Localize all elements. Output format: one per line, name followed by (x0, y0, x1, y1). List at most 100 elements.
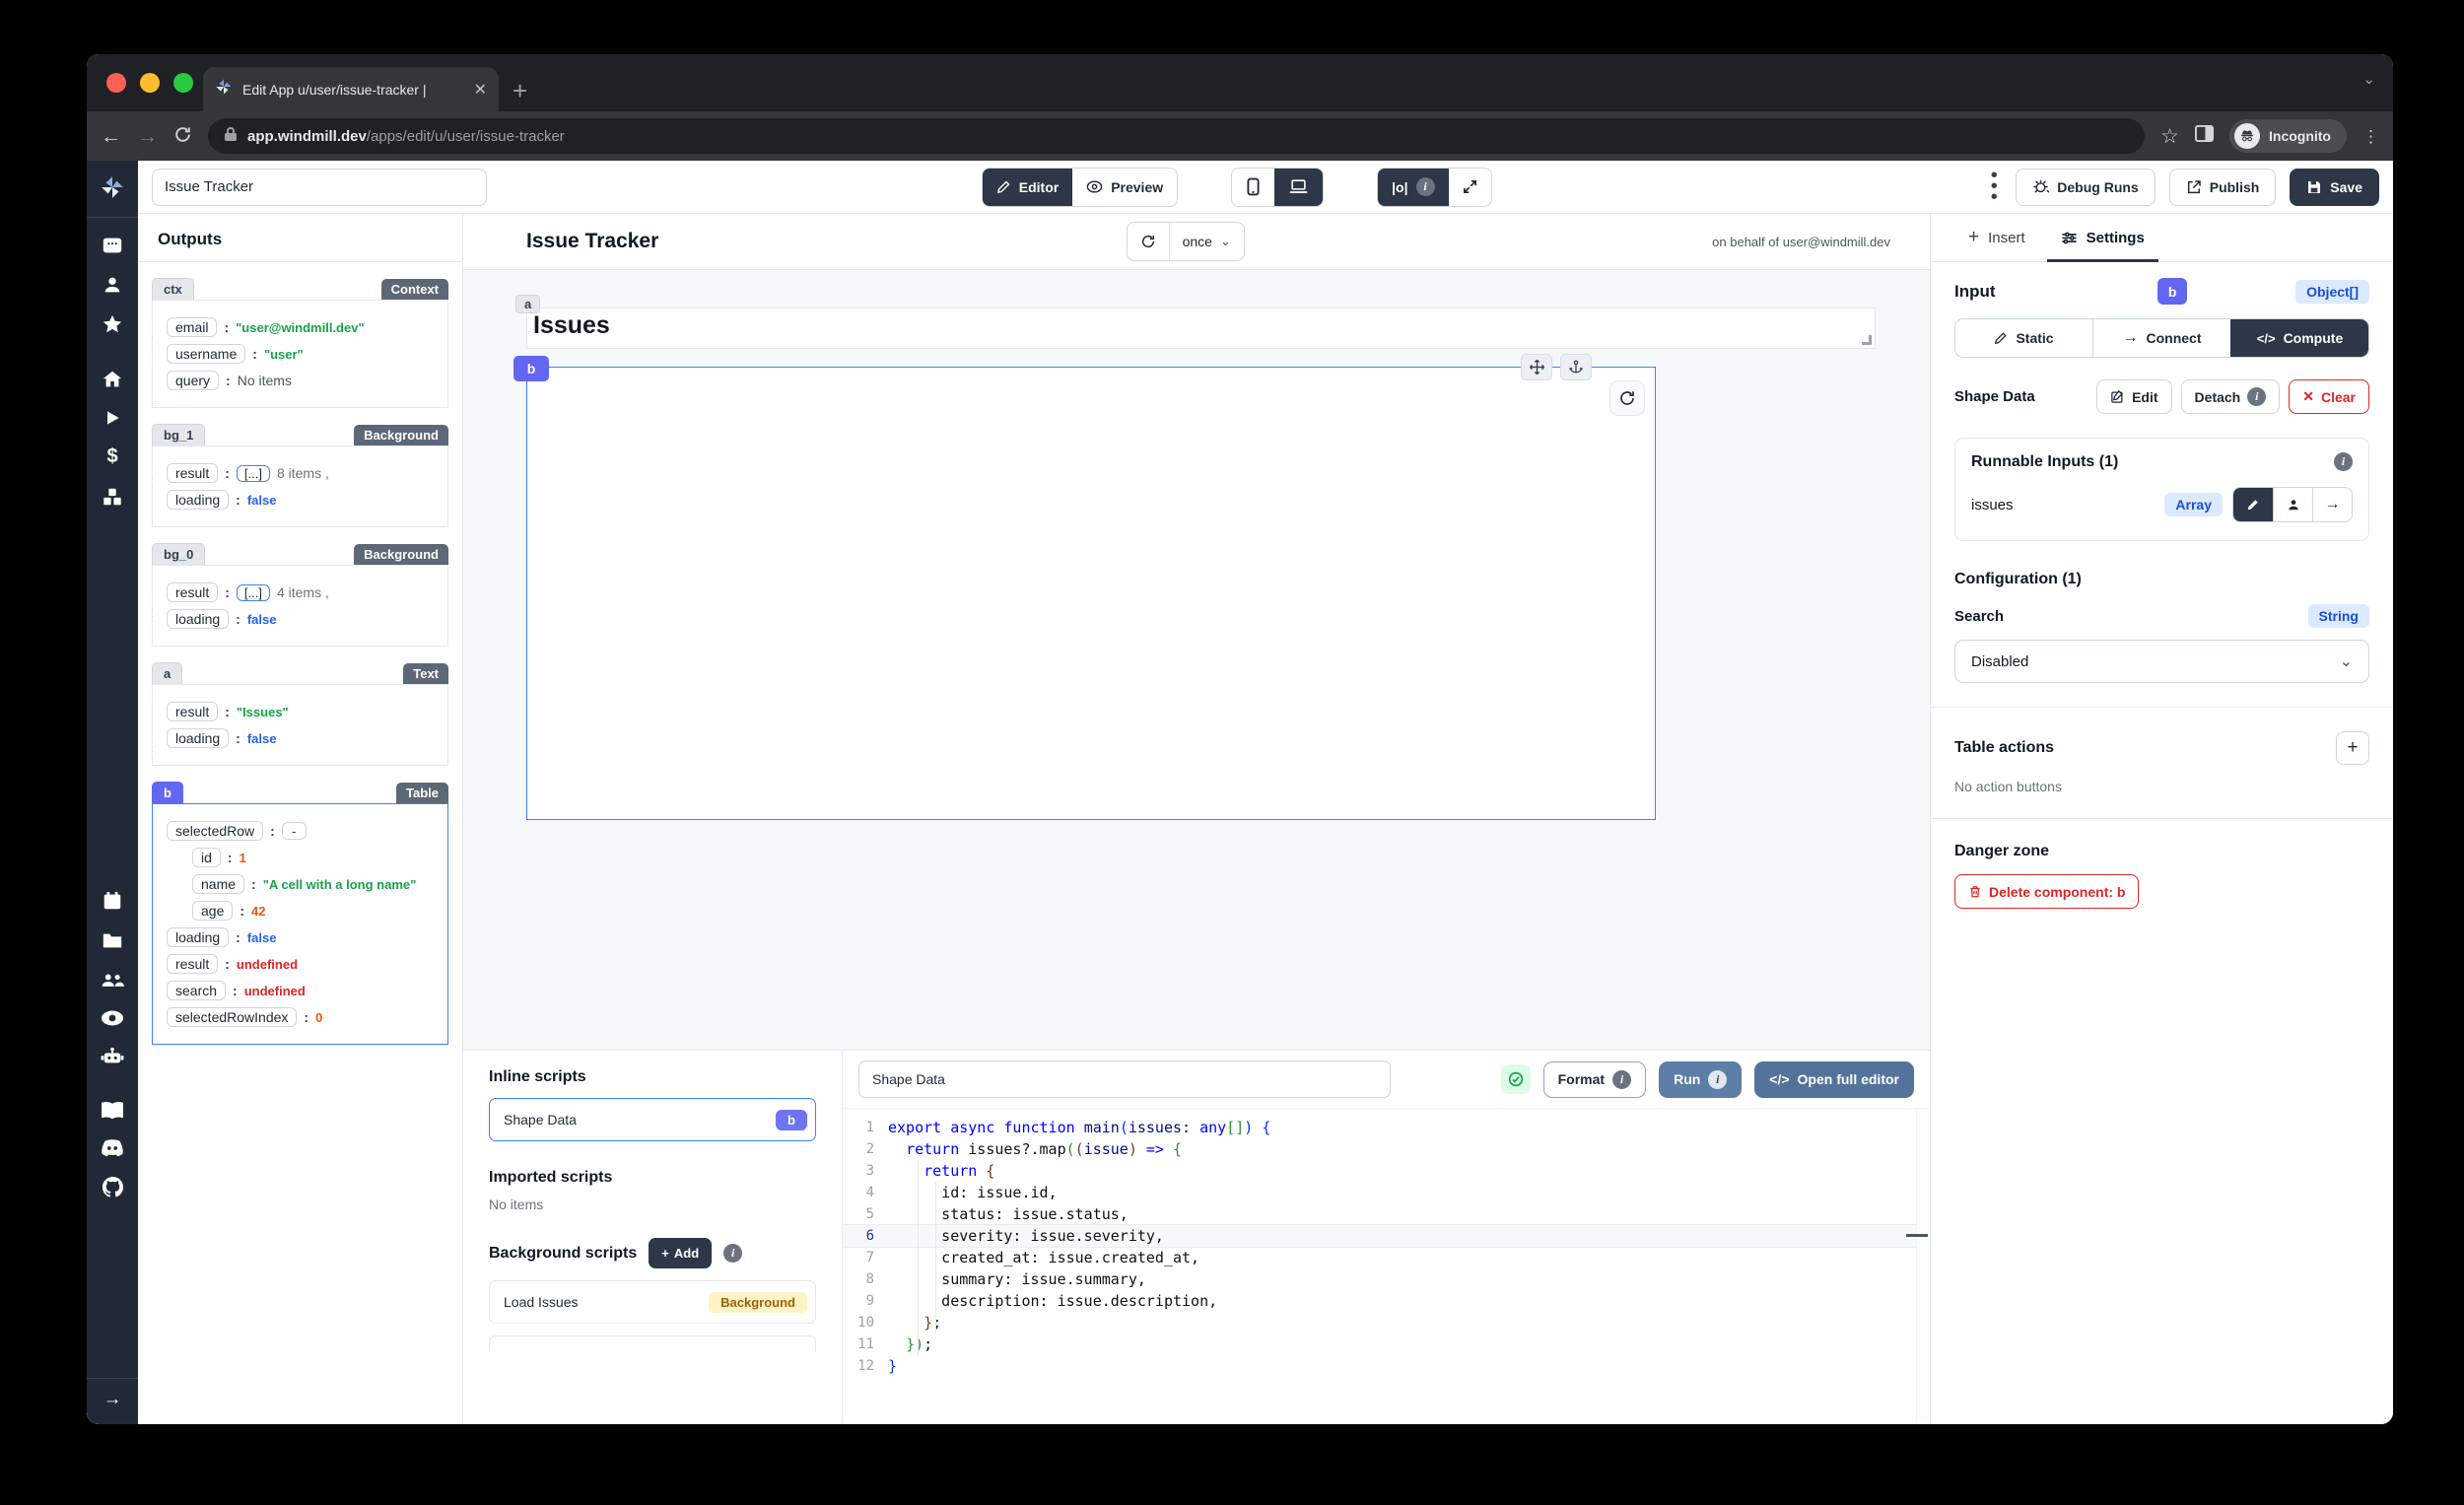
table-component-b[interactable]: b (526, 367, 1656, 820)
script-name-input[interactable] (858, 1060, 1391, 1098)
publish-button[interactable]: Publish (2169, 169, 2277, 206)
output-key-pill[interactable]: loading (167, 728, 229, 748)
home-icon[interactable] (102, 369, 123, 390)
resources-icon[interactable] (102, 486, 123, 508)
output-key-pill[interactable]: result (167, 954, 218, 974)
output-row[interactable]: query:No items (167, 371, 438, 390)
refresh-component-button[interactable] (1609, 380, 1645, 416)
background-script-item[interactable]: Load Issues Background (489, 1280, 816, 1324)
output-key-pill[interactable]: selectedRowIndex (167, 1007, 297, 1027)
output-key-pill[interactable]: selectedRow (167, 821, 263, 841)
output-key-pill[interactable]: loading (167, 490, 229, 510)
output-row[interactable]: selectedRow:- (167, 821, 438, 841)
output-key-pill[interactable]: query (167, 371, 219, 390)
app-canvas[interactable]: a Issues b (463, 269, 1930, 1050)
close-window-button[interactable] (106, 73, 126, 93)
code-line[interactable]: 5 status: issue.status, (843, 1203, 1930, 1225)
new-tab-button[interactable]: + (513, 78, 527, 103)
format-button[interactable]: Formati (1543, 1061, 1646, 1098)
output-row[interactable]: result:"Issues" (167, 702, 438, 721)
output-row[interactable]: selectedRowIndex:0 (167, 1007, 438, 1027)
expand-array-pill[interactable]: [...] (237, 465, 270, 482)
output-row[interactable]: loading:false (167, 490, 438, 510)
side-panel-icon[interactable] (2195, 124, 2214, 148)
output-key-pill[interactable]: age (192, 901, 233, 921)
maximize-window-button[interactable] (173, 73, 193, 93)
debug-runs-button[interactable]: Debug Runs (2016, 169, 2155, 206)
resize-handle[interactable] (1862, 335, 1872, 345)
save-button[interactable]: Save (2290, 169, 2379, 206)
search-mode-select[interactable]: Disabled ⌄ (1954, 640, 2369, 683)
output-row[interactable]: username:"user" (167, 344, 438, 364)
mobile-view-button[interactable] (1232, 169, 1274, 206)
output-row[interactable]: loading:false (167, 927, 438, 947)
folders-icon[interactable] (102, 929, 123, 951)
more-menu-icon[interactable]: ••• (1986, 171, 2002, 203)
anchor-handle[interactable] (1560, 354, 1592, 380)
groups-icon[interactable] (101, 969, 124, 991)
connect-option[interactable]: → Connect (2092, 319, 2230, 357)
output-key-pill[interactable]: loading (167, 927, 229, 947)
static-option[interactable]: Static (1955, 319, 2092, 357)
output-key-pill[interactable]: result (167, 702, 218, 721)
run-button[interactable]: Runi (1659, 1061, 1742, 1098)
code-line[interactable]: 6 severity: issue.severity, (843, 1225, 1930, 1247)
output-key-pill[interactable]: email (167, 317, 217, 337)
output-row[interactable]: age:42 (192, 901, 438, 921)
workers-icon[interactable] (101, 1046, 124, 1067)
collapse-sidebar-icon[interactable]: → (103, 1389, 122, 1410)
delete-component-button[interactable]: Delete component: b (1954, 874, 2139, 909)
fullscreen-button[interactable] (1449, 169, 1491, 206)
output-row[interactable]: email:"user@windmill.dev" (167, 317, 438, 337)
audit-logs-icon[interactable] (101, 1008, 124, 1028)
open-full-editor-button[interactable]: </> Open full editor (1754, 1061, 1914, 1098)
edit-script-button[interactable]: Edit (2096, 379, 2171, 414)
code-line[interactable]: 4 id: issue.id, (843, 1182, 1930, 1203)
tab-preview[interactable]: Preview (1072, 169, 1177, 206)
output-row[interactable]: loading:false (167, 728, 438, 748)
output-block-tab[interactable]: bg_1 (152, 424, 205, 445)
tab-insert[interactable]: + Insert (1954, 214, 2039, 261)
minimize-window-button[interactable] (140, 73, 160, 93)
browser-menu-icon[interactable]: ⋮ (2362, 128, 2379, 145)
code-line[interactable]: 1export async function main(issues: any[… (843, 1117, 1930, 1138)
back-icon[interactable]: ← (101, 126, 121, 147)
tab-editor[interactable]: Editor (983, 169, 1072, 206)
tab-close-icon[interactable]: ✕ (474, 80, 487, 100)
output-key-pill[interactable]: username (167, 344, 245, 364)
code-line[interactable]: 2 return issues?.map((issue) => { (843, 1138, 1930, 1160)
edit-source-option[interactable] (2233, 488, 2273, 521)
output-block-tab[interactable]: bg_0 (152, 543, 205, 565)
discord-icon[interactable] (101, 1138, 124, 1158)
output-block-tab[interactable]: a (152, 662, 182, 684)
output-row[interactable]: id:1 (192, 848, 438, 867)
docs-icon[interactable] (101, 1101, 124, 1121)
github-icon[interactable] (102, 1176, 124, 1198)
output-key-pill[interactable]: result (167, 582, 218, 602)
output-block-tab[interactable]: b (152, 782, 183, 803)
star-icon[interactable] (102, 313, 123, 335)
editor-overview-ruler[interactable] (1916, 1109, 1930, 1424)
variables-icon[interactable]: $ (106, 445, 117, 468)
user-icon[interactable] (102, 274, 123, 296)
code-editor[interactable]: 1export async function main(issues: any[… (843, 1108, 1930, 1424)
compute-option[interactable]: </> Compute (2230, 319, 2368, 357)
code-line[interactable]: 7 created_at: issue.created_at, (843, 1247, 1930, 1268)
bookmark-star-icon[interactable]: ☆ (2160, 126, 2179, 147)
code-line[interactable]: 11 }); (843, 1334, 1930, 1355)
expand-array-pill[interactable]: [...] (237, 584, 270, 601)
reload-icon[interactable] (173, 125, 192, 148)
browser-tab[interactable]: Edit App u/user/issue-tracker | ✕ (203, 67, 499, 111)
output-key-pill[interactable]: result (167, 463, 218, 483)
windmill-logo-icon[interactable] (100, 174, 125, 200)
tab-search-chevron-icon[interactable]: ⌄ (2362, 70, 2375, 88)
add-table-action-button[interactable]: + (2336, 731, 2369, 765)
desktop-view-button[interactable] (1274, 169, 1323, 206)
connect-source-option[interactable]: → (2312, 488, 2352, 521)
output-key-pill[interactable]: search (167, 981, 226, 1000)
code-line[interactable]: 3 return { (843, 1160, 1930, 1182)
output-key-pill[interactable]: name (192, 874, 244, 894)
apps-icon[interactable] (102, 235, 123, 256)
user-source-option[interactable] (2273, 488, 2312, 521)
output-row[interactable]: result:undefined (167, 954, 438, 974)
